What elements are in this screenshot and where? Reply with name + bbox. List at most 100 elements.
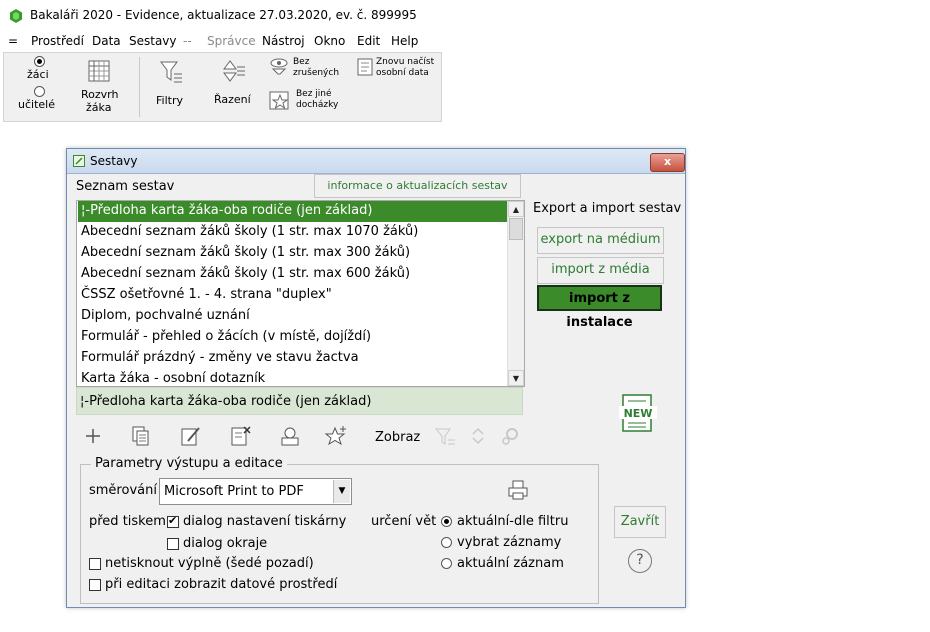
zobraz-label: Zobraz bbox=[375, 430, 421, 445]
bez-zrusenych-label-1: Bez bbox=[293, 57, 310, 67]
bez-dochazky-label-1: Bez jiné bbox=[296, 89, 332, 99]
rozvrh-zaka-button[interactable]: Rozvrh žáka bbox=[80, 57, 120, 117]
sestavy-dialog: Sestavy x Seznam sestav informace o aktu… bbox=[66, 148, 686, 608]
settings-disabled-icon bbox=[502, 428, 518, 445]
razeni-label: Řazení bbox=[214, 93, 251, 106]
radio-vybrat-zaznamy[interactable] bbox=[441, 537, 452, 548]
list-item[interactable]: Formulář prázdný - změny ve stavu žactva bbox=[78, 348, 508, 369]
dialog-tiskarny-checkbox[interactable] bbox=[167, 514, 179, 528]
pred-tiskem-label: před tiskem bbox=[89, 514, 166, 529]
menu-system[interactable]: = bbox=[8, 34, 18, 48]
radio-ucitele[interactable] bbox=[34, 86, 45, 97]
menu-prostredi[interactable]: Prostředí bbox=[31, 34, 84, 48]
favorite-star-icon[interactable] bbox=[325, 425, 347, 447]
list-scrollbar[interactable]: ▲ ▼ bbox=[507, 201, 524, 386]
timetable-icon bbox=[88, 60, 110, 82]
radio-zaci[interactable] bbox=[34, 56, 45, 67]
list-item[interactable]: Formulář - přehled o žácích (v místě, do… bbox=[78, 327, 508, 348]
export-heading: Export a import sestav bbox=[533, 201, 682, 216]
list-item[interactable]: Abecední seznam žáků školy (1 str. max 1… bbox=[78, 222, 508, 243]
window-title: Bakaláři 2020 - Evidence, aktualizace 27… bbox=[30, 8, 417, 22]
edit-report-icon bbox=[73, 155, 85, 167]
sort-icon bbox=[223, 60, 245, 82]
selected-report-display: ¦-Předloha karta žáka-oba rodiče (jen zá… bbox=[76, 387, 523, 415]
dialog-tiskarny-label: dialog nastavení tiskárny bbox=[183, 514, 347, 529]
preview-icon[interactable] bbox=[279, 425, 301, 447]
editace-label: při editaci zobrazit datové prostředí bbox=[105, 577, 338, 592]
filtry-label: Filtry bbox=[156, 94, 183, 107]
printer-select[interactable]: Microsoft Print to PDF ▼ bbox=[159, 478, 352, 505]
import-instalace-button[interactable]: import z instalace bbox=[537, 285, 662, 330]
app-titlebar: Bakaláři 2020 - Evidence, aktualizace 27… bbox=[0, 0, 930, 32]
main-toolbar: žáci učitelé Rozvrh žáka Filtry Řazení B… bbox=[3, 52, 442, 122]
znovu-label-1: Znovu načíst bbox=[376, 57, 435, 67]
dialog-okraje-checkbox[interactable] bbox=[167, 538, 179, 550]
delete-icon[interactable] bbox=[230, 425, 252, 447]
editace-checkbox[interactable] bbox=[89, 579, 101, 591]
radio-zaci-label: žáci bbox=[27, 68, 49, 81]
eye-filter-icon bbox=[270, 58, 288, 75]
sort-disabled-icon bbox=[472, 427, 484, 445]
new-report-icon[interactable]: NEW bbox=[619, 393, 657, 439]
smerovani-label: směrování bbox=[89, 483, 157, 498]
printer-icon[interactable] bbox=[507, 479, 529, 501]
scroll-down-icon[interactable]: ▼ bbox=[508, 370, 524, 386]
bez-zrusenych-label-2: zrušených bbox=[293, 68, 340, 78]
add-icon[interactable] bbox=[82, 425, 104, 447]
netisknout-checkbox[interactable] bbox=[89, 558, 101, 570]
menu-okno[interactable]: Okno bbox=[314, 34, 345, 48]
list-item[interactable]: Diplom, pochvalné uznání bbox=[78, 306, 508, 327]
export-media-button[interactable]: export na médium bbox=[537, 227, 664, 254]
radio-aktualni-filtr[interactable] bbox=[441, 516, 452, 527]
menu-help[interactable]: Help bbox=[391, 34, 418, 48]
rozvrh-label-1: Rozvrh bbox=[81, 88, 119, 101]
params-legend: Parametry výstupu a editace bbox=[91, 456, 287, 471]
chevron-down-icon[interactable]: ▼ bbox=[333, 480, 350, 503]
rozvrh-label-2: žáka bbox=[86, 101, 112, 114]
znovu-nacist-button[interactable]: Znovu načíst osobní data bbox=[356, 55, 438, 83]
report-list[interactable]: ¦-Předloha karta žáka-oba rodiče (jen zá… bbox=[76, 200, 525, 387]
filter-disabled-icon bbox=[434, 428, 455, 445]
bez-dochazky-label-2: docházky bbox=[296, 100, 339, 110]
menu-data[interactable]: Data bbox=[92, 34, 121, 48]
list-heading: Seznam sestav bbox=[76, 179, 175, 194]
urceni-vet-label: určení vět bbox=[371, 514, 437, 529]
menu-nastroj[interactable]: Nástroj bbox=[262, 34, 305, 48]
menu-sestavy[interactable]: Sestavy bbox=[129, 34, 177, 48]
bez-zrusenych-button[interactable]: Bez zrušených bbox=[267, 55, 353, 83]
filter-icon bbox=[160, 61, 182, 83]
scroll-up-icon[interactable]: ▲ bbox=[508, 201, 524, 217]
list-item[interactable]: ČSSZ ošetřovné 1. - 4. strana "duplex" bbox=[78, 285, 508, 306]
zavrit-button[interactable]: Zavřít bbox=[614, 506, 666, 538]
radio-aktualni-zaznam[interactable] bbox=[441, 558, 452, 569]
scroll-thumb[interactable] bbox=[509, 218, 523, 240]
radio-aktualni-label: aktuální záznam bbox=[457, 556, 564, 571]
bakalari-logo-icon bbox=[10, 9, 22, 23]
reload-data-icon bbox=[357, 58, 373, 76]
copy-icon[interactable] bbox=[130, 425, 152, 447]
info-aktualizace-button[interactable]: informace o aktualizacích sestav bbox=[314, 174, 521, 198]
dialog-close-button[interactable]: x bbox=[650, 153, 685, 172]
radio-ucitele-label: učitelé bbox=[18, 98, 55, 111]
list-item[interactable]: ¦-Předloha karta žáka-oba rodiče (jen zá… bbox=[78, 201, 508, 222]
printer-select-value: Microsoft Print to PDF bbox=[164, 484, 304, 499]
help-icon[interactable]: ? bbox=[628, 549, 652, 573]
menu-bar: = Prostředí Data Sestavy -- Správce Nást… bbox=[0, 33, 930, 51]
new-document-icon: NEW bbox=[619, 394, 657, 432]
list-item[interactable]: Abecední seznam žáků školy (1 str. max 3… bbox=[78, 243, 508, 264]
list-item[interactable]: Abecední seznam žáků školy (1 str. max 6… bbox=[78, 264, 508, 285]
import-media-button[interactable]: import z média bbox=[537, 257, 664, 284]
list-item[interactable]: Karta žáka - osobní dotazník bbox=[78, 369, 508, 386]
menu-separator: -- bbox=[183, 34, 192, 48]
dialog-okraje-label: dialog okraje bbox=[183, 536, 268, 551]
razeni-button[interactable]: Řazení bbox=[210, 57, 254, 117]
znovu-label-2: osobní data bbox=[376, 68, 429, 78]
menu-edit[interactable]: Edit bbox=[357, 34, 380, 48]
new-badge: NEW bbox=[624, 407, 653, 420]
edit-icon[interactable] bbox=[180, 425, 202, 447]
toolbar-divider bbox=[139, 57, 140, 117]
filtry-button[interactable]: Filtry bbox=[151, 57, 191, 117]
calendar-star-icon bbox=[269, 91, 289, 110]
bez-jine-dochazky-button[interactable]: Bez jiné docházky bbox=[267, 87, 353, 115]
dialog-title: Sestavy bbox=[90, 154, 138, 168]
